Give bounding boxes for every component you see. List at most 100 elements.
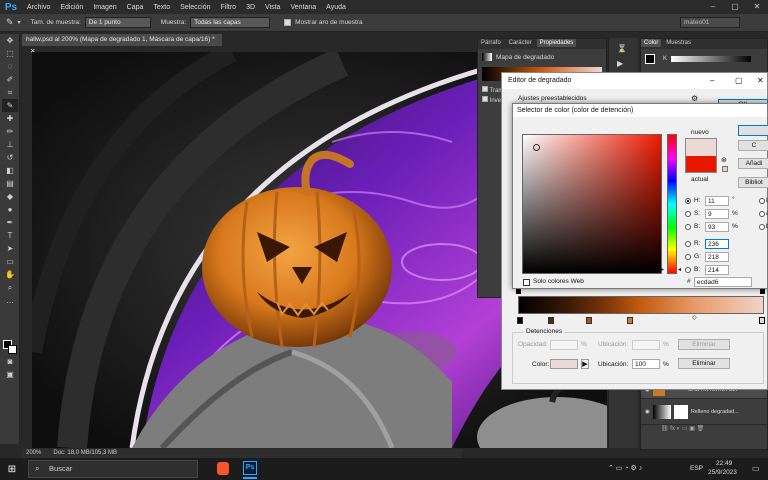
minimize-icon[interactable]: –	[702, 0, 724, 14]
g-radio[interactable]	[685, 254, 691, 260]
h-input[interactable]: 11	[705, 196, 729, 206]
menu-item-ayuda[interactable]: Ayuda	[321, 4, 351, 11]
zoom-level[interactable]: 200%	[26, 449, 41, 458]
close-icon[interactable]: ✕	[746, 0, 768, 14]
color-picker-cursor[interactable]	[533, 144, 540, 151]
presets-gear-icon[interactable]: ⚙	[691, 94, 698, 103]
color-stop[interactable]	[627, 317, 633, 324]
b-input[interactable]: 93	[705, 222, 729, 232]
path-select-tool-icon[interactable]: ➤	[2, 242, 18, 255]
hue-slider-arrow-left[interactable]: ▸	[661, 266, 664, 273]
opacity-stop-left[interactable]	[516, 289, 521, 294]
maximize-icon[interactable]: ▢	[724, 0, 746, 14]
add-to-swatches-button[interactable]: Añadi	[738, 158, 768, 169]
color-libraries-button[interactable]: Bibliot	[738, 177, 768, 188]
s-radio[interactable]	[685, 211, 691, 217]
menu-item-imagen[interactable]: Imagen	[88, 4, 121, 11]
menu-item-capa[interactable]: Capa	[122, 4, 149, 11]
picker-cancel-button[interactable]: C	[738, 140, 768, 151]
s-input[interactable]: 9	[705, 209, 729, 219]
h-radio[interactable]	[685, 198, 691, 204]
gradient-tool-icon[interactable]: ▤	[2, 177, 18, 190]
g-input[interactable]: 218	[705, 252, 729, 262]
r-input[interactable]: 236	[705, 239, 729, 249]
hue-slider-arrow-right[interactable]: ◂	[678, 266, 681, 273]
minimize-dialog-icon[interactable]: –	[710, 73, 714, 89]
color-stop[interactable]	[517, 317, 523, 324]
quick-mask-icon[interactable]: ◙	[2, 355, 18, 368]
opacity-input[interactable]	[550, 340, 578, 350]
out-of-gamut-icon[interactable]: ⊛	[721, 156, 727, 164]
crop-tool-icon[interactable]: ⌗	[2, 86, 18, 99]
blue-radio[interactable]	[685, 267, 691, 273]
web-only-checkbox[interactable]	[523, 279, 530, 286]
delete-color-stop-button[interactable]: Eliminar	[678, 358, 730, 369]
tab-propiedades[interactable]: Propiedades	[536, 39, 577, 47]
windows-start-icon[interactable]: ⊞	[0, 464, 24, 475]
k-slider[interactable]	[671, 56, 751, 62]
taskbar-search[interactable]: ⌕ Buscar	[28, 460, 198, 478]
actions-panel-icon[interactable]: ▶	[617, 59, 630, 68]
pen-tool-icon[interactable]: ✒	[2, 216, 18, 229]
brave-browser-icon[interactable]	[217, 462, 229, 475]
opacity-location-input[interactable]	[632, 340, 660, 350]
menu-item-seleccion[interactable]: Selección	[175, 4, 215, 11]
shape-tool-icon[interactable]: ▭	[2, 255, 18, 268]
notifications-icon[interactable]: ▭	[752, 464, 760, 473]
current-color-swatch[interactable]	[685, 156, 717, 173]
history-panel-icon[interactable]: ⌛	[617, 44, 630, 53]
lab-b-radio[interactable]	[759, 224, 765, 230]
panel-foreground-swatch[interactable]	[645, 54, 655, 64]
blur-tool-icon[interactable]: ◆	[2, 190, 18, 203]
picker-ok-button[interactable]	[738, 125, 768, 136]
l-radio[interactable]	[759, 198, 765, 204]
marquee-tool-icon[interactable]: ⬚	[2, 47, 18, 60]
color-location-input[interactable]: 100	[632, 359, 660, 369]
lasso-tool-icon[interactable]: ◌	[2, 60, 18, 73]
tool-preset-chevron-icon[interactable]: ▾	[18, 19, 21, 26]
menu-item-vista[interactable]: Vista	[260, 4, 285, 11]
blue-input[interactable]: 214	[705, 265, 729, 275]
saturation-brightness-field[interactable]	[522, 134, 662, 274]
hex-input[interactable]: ecdad6	[694, 277, 752, 287]
opacity-stop-right[interactable]	[760, 289, 765, 294]
menu-item-edicion[interactable]: Edición	[55, 4, 88, 11]
close-dialog-icon[interactable]: ✕	[757, 73, 764, 89]
tab-caracter[interactable]: Carácter	[506, 39, 535, 47]
stamp-tool-icon[interactable]: ⊥	[2, 138, 18, 151]
zoom-tool-icon[interactable]: ⌕	[2, 281, 18, 294]
taskbar-date[interactable]: 25/9/2023	[708, 469, 737, 476]
type-tool-icon[interactable]: T	[2, 229, 18, 242]
menu-item-archivo[interactable]: Archivo	[22, 4, 55, 11]
background-color-swatch[interactable]	[8, 345, 17, 354]
color-stop[interactable]	[586, 317, 592, 324]
sample-select[interactable]: Todas las capas	[190, 17, 271, 28]
dodge-tool-icon[interactable]: ●	[2, 203, 18, 216]
menu-item-ventana[interactable]: Ventana	[285, 4, 321, 11]
layer-row[interactable]: ◉ Relleno degradad...	[641, 399, 767, 425]
document-tab[interactable]: hallw.psd al 200% (Mapa de degradado 1, …	[22, 34, 222, 55]
visibility-eye-icon[interactable]: ◉	[645, 409, 650, 415]
tray-icons[interactable]: ⌃ ▭ ◔ ⚙ ♪	[608, 464, 642, 472]
tab-muestras[interactable]: Muestras	[663, 39, 694, 47]
r-radio[interactable]	[685, 241, 691, 247]
eraser-tool-icon[interactable]: ◧	[2, 164, 18, 177]
quick-select-tool-icon[interactable]: ✐	[2, 73, 18, 86]
tab-color[interactable]: Color	[641, 39, 662, 47]
hand-tool-icon[interactable]: ✋	[2, 268, 18, 281]
photoshop-taskbar-icon[interactable]: Ps	[243, 461, 257, 475]
color-stop[interactable]	[548, 317, 554, 324]
sample-size-select[interactable]: De 1 punto	[84, 17, 151, 28]
color-options-arrow-icon[interactable]: ▶	[581, 359, 589, 369]
menu-item-texto[interactable]: Texto	[148, 4, 175, 11]
taskbar-time[interactable]: 22:49	[716, 460, 732, 467]
color-stop-selected[interactable]	[759, 317, 765, 324]
delete-opacity-stop-button[interactable]: Eliminar	[678, 339, 730, 350]
menu-item-filtro[interactable]: Filtro	[216, 4, 242, 11]
gradient-bar[interactable]	[518, 296, 764, 314]
b-radio[interactable]	[685, 224, 691, 230]
a-radio[interactable]	[759, 211, 765, 217]
brush-tool-icon[interactable]: ✏	[2, 125, 18, 138]
stop-color-swatch[interactable]	[550, 359, 578, 369]
web-safe-swatch-icon[interactable]	[722, 166, 728, 172]
